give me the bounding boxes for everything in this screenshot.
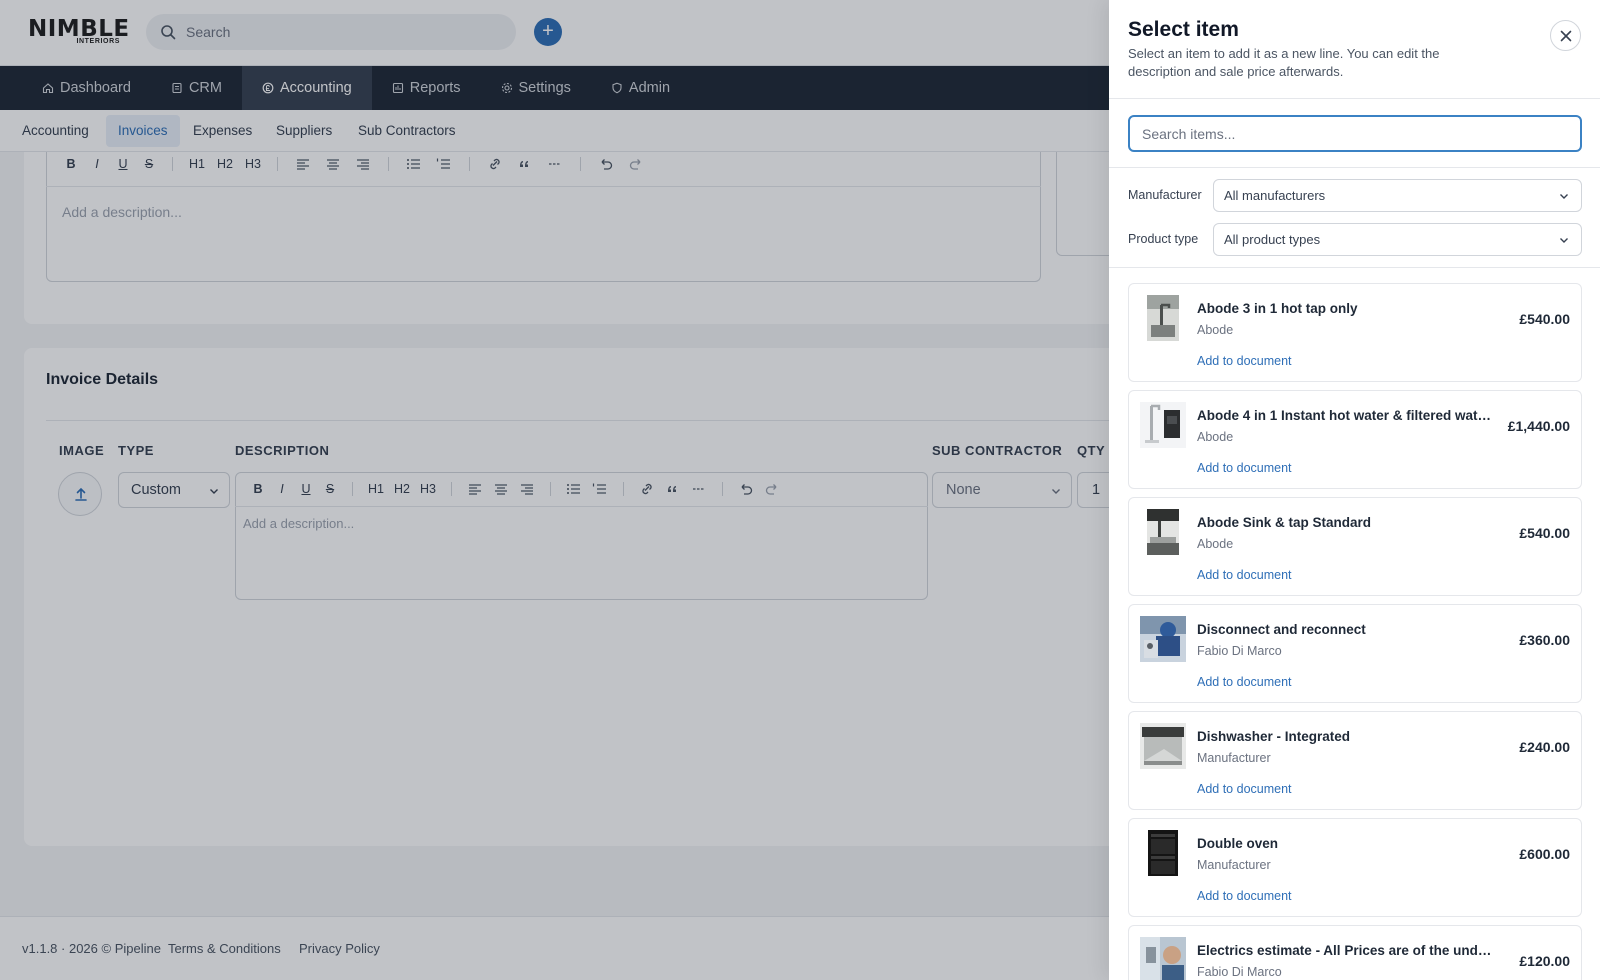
item-card[interactable]: Double oven Manufacturer Add to document…	[1128, 818, 1582, 917]
item-name: Dishwasher - Integrated	[1197, 729, 1351, 744]
item-manufacturer: Abode	[1197, 430, 1234, 444]
item-manufacturer: Abode	[1197, 537, 1234, 551]
item-price: £360.00	[1519, 632, 1570, 648]
item-manufacturer: Fabio Di Marco	[1197, 644, 1282, 658]
add-to-document-link[interactable]: Add to document	[1197, 782, 1292, 796]
close-button[interactable]	[1550, 20, 1581, 51]
drawer-divider	[1109, 167, 1600, 168]
product-type-select[interactable]: All product types	[1213, 223, 1582, 256]
add-to-document-link[interactable]: Add to document	[1197, 461, 1292, 475]
product-type-label: Product type	[1128, 232, 1199, 246]
drawer-title: Select item	[1128, 18, 1239, 41]
item-price: £1,440.00	[1507, 418, 1570, 434]
item-name: Abode Sink & tap Standard	[1197, 515, 1372, 530]
select-item-drawer: Select item Select an item to add it as …	[1109, 0, 1600, 980]
item-manufacturer: Manufacturer	[1197, 858, 1271, 872]
item-card[interactable]: Disconnect and reconnect Fabio Di Marco …	[1128, 604, 1582, 703]
product-image	[1140, 830, 1186, 876]
item-name: Electrics estimate - All Prices are of t…	[1197, 943, 1497, 958]
product-image	[1140, 402, 1186, 448]
product-image	[1140, 616, 1186, 662]
item-manufacturer: Fabio Di Marco	[1197, 965, 1282, 979]
add-to-document-link[interactable]: Add to document	[1197, 889, 1292, 903]
chevron-down-icon	[1560, 194, 1568, 199]
item-name: Abode 4 in 1 Instant hot water & filtere…	[1197, 408, 1497, 423]
item-card[interactable]: Electrics estimate - All Prices are of t…	[1128, 925, 1582, 980]
add-to-document-link[interactable]: Add to document	[1197, 675, 1292, 689]
item-card[interactable]: Abode 4 in 1 Instant hot water & filtere…	[1128, 390, 1582, 489]
drawer-divider	[1109, 267, 1600, 268]
product-image	[1140, 937, 1186, 980]
drawer-divider	[1109, 98, 1600, 99]
manufacturer-value: All manufacturers	[1224, 188, 1326, 203]
product-image	[1140, 723, 1186, 769]
item-manufacturer: Abode	[1197, 323, 1234, 337]
item-name: Double oven	[1197, 836, 1279, 851]
product-image	[1147, 509, 1179, 555]
item-price: £540.00	[1519, 525, 1570, 541]
item-price: £240.00	[1519, 739, 1570, 755]
item-card[interactable]: Dishwasher - Integrated Manufacturer Add…	[1128, 711, 1582, 810]
drawer-description: Select an item to add it as a new line. …	[1128, 46, 1440, 79]
item-name: Disconnect and reconnect	[1197, 622, 1366, 637]
item-card[interactable]: Abode Sink & tap Standard Abode Add to d…	[1128, 497, 1582, 596]
item-manufacturer: Manufacturer	[1197, 751, 1271, 765]
add-to-document-link[interactable]: Add to document	[1197, 354, 1292, 368]
item-search-input[interactable]	[1128, 115, 1582, 152]
add-to-document-link[interactable]: Add to document	[1197, 568, 1292, 582]
product-type-value: All product types	[1224, 232, 1321, 247]
item-name: Abode 3 in 1 hot tap only	[1197, 301, 1358, 316]
manufacturer-select[interactable]: All manufacturers	[1213, 179, 1582, 212]
item-card[interactable]: Abode 3 in 1 hot tap only Abode Add to d…	[1128, 283, 1582, 382]
item-price: £600.00	[1519, 846, 1570, 862]
manufacturer-label: Manufacturer	[1128, 188, 1202, 202]
close-icon	[1560, 30, 1572, 42]
product-image	[1147, 295, 1179, 341]
item-price: £120.00	[1519, 953, 1570, 969]
item-price: £540.00	[1519, 311, 1570, 327]
chevron-down-icon	[1560, 238, 1568, 243]
